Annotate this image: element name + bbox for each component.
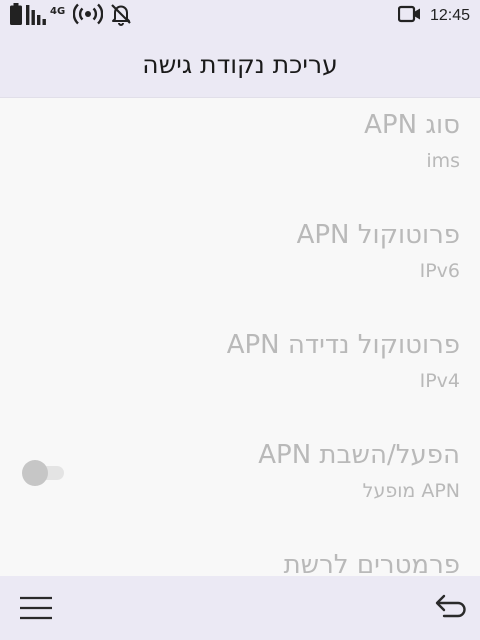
setting-summary: IPv6 [419,260,460,282]
setting-summary: APN מופעל [362,480,460,502]
setting-title: סוג APN [364,110,460,140]
setting-apn-enable[interactable]: הפעל/השבת APN APN מופעל [0,428,480,538]
setting-summary: ims [426,150,460,172]
settings-list[interactable]: סוג APN ims פרוטוקול APN IPv6 פרוטוקול נ… [0,98,480,576]
back-icon [434,594,466,628]
hotspot-icon [72,3,104,29]
status-time: 12:45 [429,7,470,24]
network-type-label: 4G [50,6,66,17]
status-icons-left: 4G [10,3,133,29]
setting-apn-protocol[interactable]: פרוטוקול APN IPv6 [0,208,480,318]
menu-icon [18,596,54,626]
video-icon [397,5,422,27]
apn-enable-toggle[interactable] [22,460,66,486]
setting-title: פרוטוקול APN [296,220,460,250]
signal-icon [26,3,48,29]
setting-title: הפעל/השבת APN [258,440,460,470]
status-bar: 4G 12:45 [0,0,480,32]
setting-title: פרמטרים לרשת [283,550,460,576]
setting-network-parameters[interactable]: פרמטרים לרשת [0,538,480,576]
setting-apn-roaming-protocol[interactable]: פרוטוקול נדידה APN IPv4 [0,318,480,428]
title-bar: עריכת נקודת גישה [0,32,480,98]
setting-title: פרוטוקול נדידה APN [226,330,460,360]
toggle-thumb [22,460,48,486]
page-title: עריכת נקודת גישה [142,50,338,79]
status-icons-right: 12:45 [397,3,470,29]
bell-off-icon [109,2,133,30]
setting-summary: IPv4 [419,370,460,392]
setting-apn-type[interactable]: סוג APN ims [0,98,480,208]
battery-icon [10,3,22,29]
bottom-nav-bar [0,576,480,640]
back-button[interactable] [434,592,466,624]
menu-button[interactable] [18,594,54,622]
